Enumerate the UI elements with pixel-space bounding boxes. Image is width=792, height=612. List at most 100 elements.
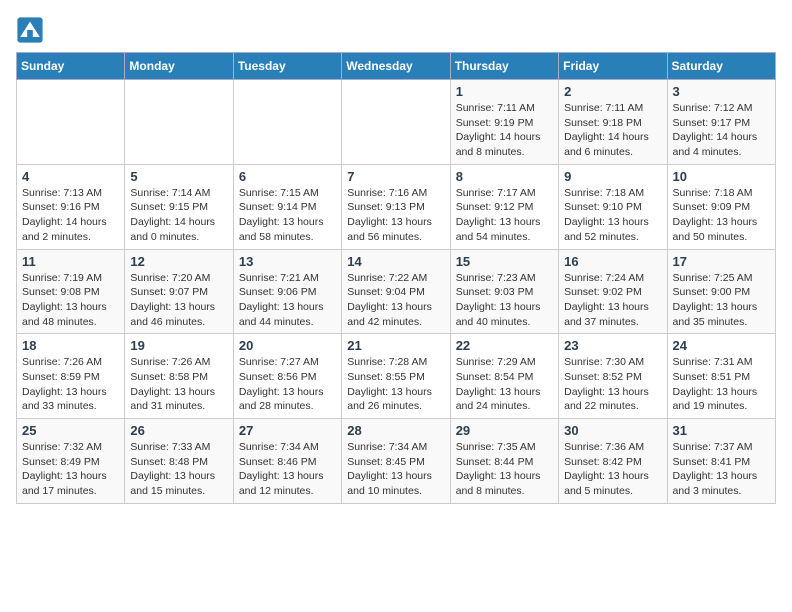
day-number: 6 (239, 169, 336, 184)
day-info: Sunrise: 7:26 AM Sunset: 8:58 PM Dayligh… (130, 355, 227, 414)
weekday-header: Monday (125, 53, 233, 80)
calendar-cell: 27Sunrise: 7:34 AM Sunset: 8:46 PM Dayli… (233, 419, 341, 504)
day-info: Sunrise: 7:18 AM Sunset: 9:10 PM Dayligh… (564, 186, 661, 245)
calendar-week-row: 18 Sunrise: 7:26 AM Sunset: 8:59 PM Dayli… (17, 334, 776, 419)
calendar-table: SundayMondayTuesdayWednesdayThursdayFrid… (16, 52, 776, 504)
day-number: 4 (22, 169, 119, 184)
day-number: 22 (456, 338, 553, 353)
calendar-cell: 15 Sunrise: 7:23 AM Sunset: 9:03 PM Dayli… (450, 249, 558, 334)
calendar-cell: 10Sunrise: 7:18 AM Sunset: 9:09 PM Dayli… (667, 164, 775, 249)
calendar-cell: 24 Sunrise: 7:31 AM Sunset: 8:51 PM Dayli… (667, 334, 775, 419)
day-info: Sunrise: 7:22 AM Sunset: 9:04 PM Dayligh… (347, 271, 444, 330)
day-info: Sunrise: 7:19 AM Sunset: 9:08 PM Dayligh… (22, 271, 119, 330)
day-number: 15 (456, 254, 553, 269)
calendar-cell: 8 Sunrise: 7:17 AM Sunset: 9:12 PM Daylig… (450, 164, 558, 249)
day-info: Sunrise: 7:23 AM Sunset: 9:03 PM Dayligh… (456, 271, 553, 330)
calendar-cell: 1 Sunrise: 7:11 AM Sunset: 9:19 PM Daylig… (450, 80, 558, 165)
day-number: 28 (347, 423, 444, 438)
calendar-cell: 28Sunrise: 7:34 AM Sunset: 8:45 PM Dayli… (342, 419, 450, 504)
day-number: 12 (130, 254, 227, 269)
day-number: 7 (347, 169, 444, 184)
day-number: 18 (22, 338, 119, 353)
day-number: 1 (456, 84, 553, 99)
calendar-cell: 2 Sunrise: 7:11 AM Sunset: 9:18 PM Daylig… (559, 80, 667, 165)
day-info: Sunrise: 7:12 AM Sunset: 9:17 PM Dayligh… (673, 101, 770, 160)
calendar-cell: 3 Sunrise: 7:12 AM Sunset: 9:17 PM Daylig… (667, 80, 775, 165)
weekday-header: Wednesday (342, 53, 450, 80)
logo-icon (16, 16, 44, 44)
day-number: 25 (22, 423, 119, 438)
page-header (16, 16, 776, 44)
day-number: 30 (564, 423, 661, 438)
day-number: 31 (673, 423, 770, 438)
calendar-cell: 14 Sunrise: 7:22 AM Sunset: 9:04 PM Dayli… (342, 249, 450, 334)
day-info: Sunrise: 7:17 AM Sunset: 9:12 PM Dayligh… (456, 186, 553, 245)
day-info: Sunrise: 7:11 AM Sunset: 9:19 PM Dayligh… (456, 101, 553, 160)
day-info: Sunrise: 7:35 AM Sunset: 8:44 PM Dayligh… (456, 440, 553, 499)
calendar-cell: 12 Sunrise: 7:20 AM Sunset: 9:07 PM Dayli… (125, 249, 233, 334)
calendar-cell: 30 Sunrise: 7:36 AM Sunset: 8:42 PM Dayli… (559, 419, 667, 504)
calendar-cell: 19 Sunrise: 7:26 AM Sunset: 8:58 PM Dayli… (125, 334, 233, 419)
day-info: Sunrise: 7:21 AM Sunset: 9:06 PM Dayligh… (239, 271, 336, 330)
day-number: 2 (564, 84, 661, 99)
day-info: Sunrise: 7:28 AM Sunset: 8:55 PM Dayligh… (347, 355, 444, 414)
day-info: Sunrise: 7:20 AM Sunset: 9:07 PM Dayligh… (130, 271, 227, 330)
day-info: Sunrise: 7:14 AM Sunset: 9:15 PM Dayligh… (130, 186, 227, 245)
day-number: 5 (130, 169, 227, 184)
day-number: 10 (673, 169, 770, 184)
day-info: Sunrise: 7:24 AM Sunset: 9:02 PM Dayligh… (564, 271, 661, 330)
calendar-cell: 23 Sunrise: 7:30 AM Sunset: 8:52 PM Dayli… (559, 334, 667, 419)
day-info: Sunrise: 7:32 AM Sunset: 8:49 PM Dayligh… (22, 440, 119, 499)
day-info: Sunrise: 7:27 AM Sunset: 8:56 PM Dayligh… (239, 355, 336, 414)
calendar-cell: 18 Sunrise: 7:26 AM Sunset: 8:59 PM Dayli… (17, 334, 125, 419)
day-number: 24 (673, 338, 770, 353)
weekday-header: Sunday (17, 53, 125, 80)
weekday-header: Tuesday (233, 53, 341, 80)
calendar-cell: 26 Sunrise: 7:33 AM Sunset: 8:48 PM Dayli… (125, 419, 233, 504)
calendar-cell: 25 Sunrise: 7:32 AM Sunset: 8:49 PM Dayli… (17, 419, 125, 504)
calendar-cell (17, 80, 125, 165)
day-number: 23 (564, 338, 661, 353)
weekday-header: Friday (559, 53, 667, 80)
day-number: 8 (456, 169, 553, 184)
weekday-header: Saturday (667, 53, 775, 80)
day-number: 26 (130, 423, 227, 438)
calendar-cell: 9 Sunrise: 7:18 AM Sunset: 9:10 PM Daylig… (559, 164, 667, 249)
weekday-header: Thursday (450, 53, 558, 80)
day-info: Sunrise: 7:37 AM Sunset: 8:41 PM Dayligh… (673, 440, 770, 499)
calendar-cell: 21 Sunrise: 7:28 AM Sunset: 8:55 PM Dayli… (342, 334, 450, 419)
calendar-cell: 22 Sunrise: 7:29 AM Sunset: 8:54 PM Dayli… (450, 334, 558, 419)
day-info: Sunrise: 7:29 AM Sunset: 8:54 PM Dayligh… (456, 355, 553, 414)
calendar-cell: 11 Sunrise: 7:19 AM Sunset: 9:08 PM Dayli… (17, 249, 125, 334)
day-number: 14 (347, 254, 444, 269)
day-info: Sunrise: 7:13 AM Sunset: 9:16 PM Dayligh… (22, 186, 119, 245)
logo (16, 16, 48, 44)
calendar-week-row: 11 Sunrise: 7:19 AM Sunset: 9:08 PM Dayli… (17, 249, 776, 334)
calendar-cell: 4 Sunrise: 7:13 AM Sunset: 9:16 PM Daylig… (17, 164, 125, 249)
day-number: 13 (239, 254, 336, 269)
calendar-cell: 7Sunrise: 7:16 AM Sunset: 9:13 PM Daylig… (342, 164, 450, 249)
calendar-week-row: 4 Sunrise: 7:13 AM Sunset: 9:16 PM Daylig… (17, 164, 776, 249)
calendar-cell: 29 Sunrise: 7:35 AM Sunset: 8:44 PM Dayli… (450, 419, 558, 504)
day-number: 29 (456, 423, 553, 438)
day-info: Sunrise: 7:11 AM Sunset: 9:18 PM Dayligh… (564, 101, 661, 160)
day-number: 21 (347, 338, 444, 353)
day-info: Sunrise: 7:25 AM Sunset: 9:00 PM Dayligh… (673, 271, 770, 330)
calendar-cell (233, 80, 341, 165)
calendar-cell: 6 Sunrise: 7:15 AM Sunset: 9:14 PM Daylig… (233, 164, 341, 249)
day-info: Sunrise: 7:36 AM Sunset: 8:42 PM Dayligh… (564, 440, 661, 499)
calendar-cell: 31 Sunrise: 7:37 AM Sunset: 8:41 PM Dayli… (667, 419, 775, 504)
calendar-cell (125, 80, 233, 165)
day-info: Sunrise: 7:15 AM Sunset: 9:14 PM Dayligh… (239, 186, 336, 245)
day-info: Sunrise: 7:31 AM Sunset: 8:51 PM Dayligh… (673, 355, 770, 414)
day-number: 3 (673, 84, 770, 99)
day-info: Sunrise: 7:33 AM Sunset: 8:48 PM Dayligh… (130, 440, 227, 499)
day-number: 16 (564, 254, 661, 269)
day-number: 17 (673, 254, 770, 269)
calendar-cell (342, 80, 450, 165)
day-info: Sunrise: 7:26 AM Sunset: 8:59 PM Dayligh… (22, 355, 119, 414)
day-number: 11 (22, 254, 119, 269)
day-info: Sunrise: 7:30 AM Sunset: 8:52 PM Dayligh… (564, 355, 661, 414)
day-number: 19 (130, 338, 227, 353)
day-number: 9 (564, 169, 661, 184)
